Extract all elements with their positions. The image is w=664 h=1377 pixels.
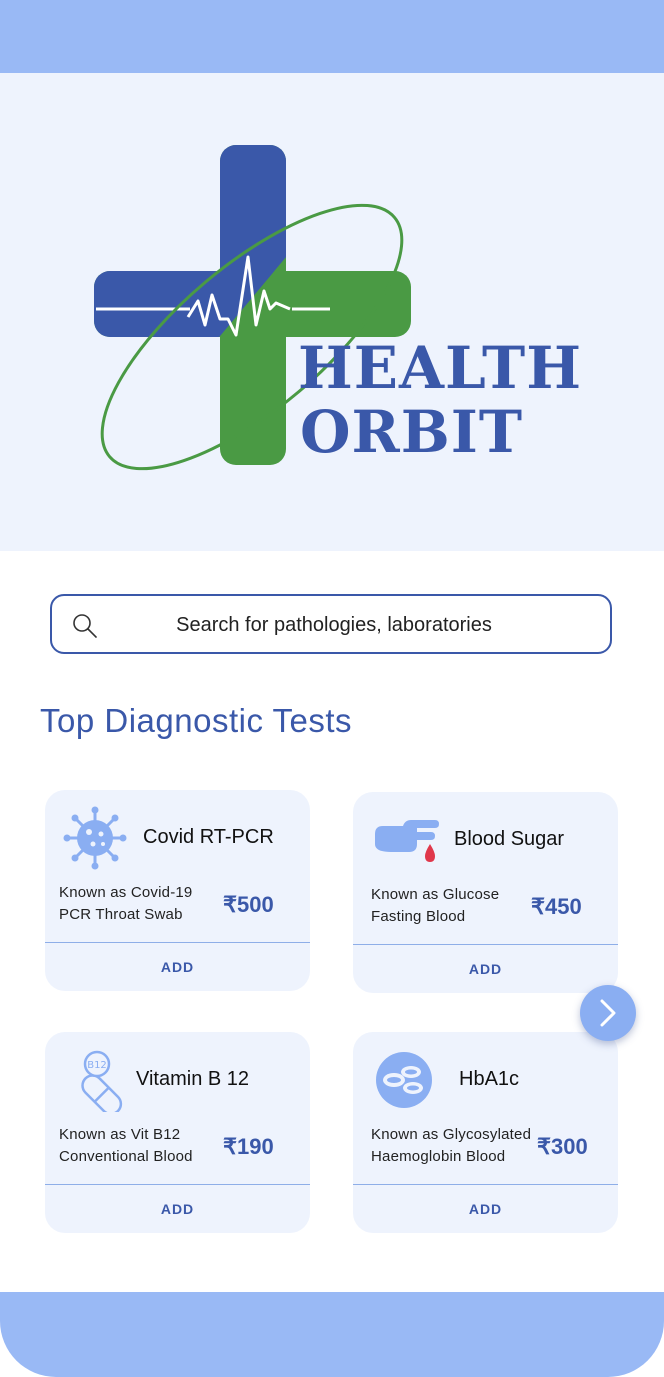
top-bar <box>0 0 664 73</box>
vitamin-capsule-icon: B12 <box>81 1050 123 1112</box>
test-desc-line-2: Fasting Blood <box>371 908 466 925</box>
add-button[interactable]: ADD <box>353 945 618 993</box>
test-name: Covid RT-PCR <box>143 826 274 848</box>
search-icon <box>73 614 97 638</box>
virus-icon <box>63 806 127 870</box>
test-name: HbA1c <box>459 1068 520 1090</box>
test-description: Known as Covid-19 PCR Throat Swab <box>59 882 219 926</box>
test-description: Known as Glucose Fasting Blood <box>371 884 531 928</box>
test-price: ₹450 <box>531 894 582 919</box>
test-card-vitamin-b12[interactable]: B12 Vitamin B 12 Known as Vit B12 Conven… <box>45 1032 310 1233</box>
next-arrow-button[interactable] <box>580 985 636 1041</box>
test-name: Vitamin B 12 <box>136 1068 250 1090</box>
brand-line-2: ORBIT <box>300 398 524 466</box>
add-button[interactable]: ADD <box>45 943 310 991</box>
finger-blood-drop-icon <box>375 820 439 862</box>
test-name: Blood Sugar <box>454 828 565 850</box>
health-orbit-logo-icon <box>94 145 411 471</box>
add-button[interactable]: ADD <box>45 1185 310 1233</box>
test-price: ₹190 <box>223 1134 274 1159</box>
test-desc-line-2: PCR Throat Swab <box>59 906 183 923</box>
test-card-blood-sugar[interactable]: Blood Sugar Known as Glucose Fasting Blo… <box>353 792 618 993</box>
bottom-bar <box>0 1292 664 1377</box>
test-price: ₹500 <box>223 892 274 917</box>
chevron-right-icon <box>600 999 616 1027</box>
logo-banner: HEALTH ORBIT <box>0 73 664 551</box>
search-box[interactable] <box>50 594 612 654</box>
test-desc-line-2: Conventional Blood <box>59 1148 193 1165</box>
search-input[interactable] <box>122 596 546 654</box>
test-desc-line-1: Known as Glycosylated <box>371 1126 532 1143</box>
section-title: Top Diagnostic Tests <box>40 702 353 739</box>
test-desc-line-1: Known as Vit B12 <box>59 1126 181 1143</box>
test-card-hba1c[interactable]: HbA1c Known as Glycosylated Haemoglobin … <box>353 1032 618 1233</box>
test-desc-line-2: Haemoglobin Blood <box>371 1148 506 1165</box>
brand-line-1: HEALTH <box>298 334 583 402</box>
test-desc-line-1: Known as Glucose <box>371 886 500 903</box>
test-card-covid[interactable]: Covid RT-PCR Known as Covid-19 PCR Throa… <box>45 790 310 991</box>
test-description: Known as Vit B12 Conventional Blood <box>59 1124 219 1168</box>
test-price: ₹300 <box>537 1134 588 1159</box>
blood-cells-icon <box>376 1052 432 1108</box>
test-desc-line-1: Known as Covid-19 <box>59 884 193 901</box>
test-description: Known as Glycosylated Haemoglobin Blood <box>371 1124 551 1168</box>
b12-badge-text: B12 <box>87 1060 107 1071</box>
add-button[interactable]: ADD <box>353 1185 618 1233</box>
